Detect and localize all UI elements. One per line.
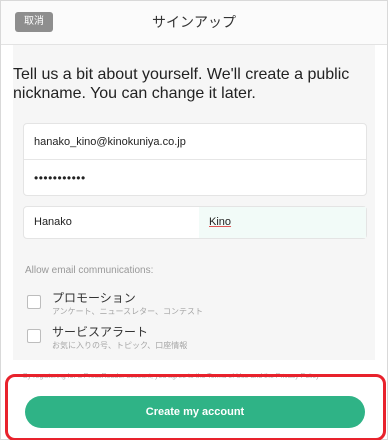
- account-fields-card: hanako_kino@kinokuniya.co.jp •••••••••••: [23, 123, 367, 196]
- password-field[interactable]: •••••••••••: [24, 160, 366, 196]
- page-title: サインアップ: [152, 15, 236, 31]
- service-alerts-title: サービスアラート: [52, 325, 149, 339]
- service-alerts-checkbox[interactable]: [27, 329, 41, 343]
- option-promotions[interactable]: プロモーション アンケート、ニュースレター、コンテスト: [27, 289, 357, 323]
- first-name-field[interactable]: Hanako: [24, 207, 199, 238]
- last-name-field[interactable]: Kino: [199, 207, 366, 238]
- email-field[interactable]: hanako_kino@kinokuniya.co.jp: [24, 124, 366, 160]
- promotions-checkbox[interactable]: [27, 295, 41, 309]
- signup-screen: 取消 サインアップ Tell us a bit about yourself. …: [0, 0, 388, 440]
- header-bar: 取消 サインアップ: [1, 1, 387, 45]
- create-account-button[interactable]: Create my account: [25, 396, 365, 428]
- name-fields-card: Hanako Kino: [23, 206, 367, 239]
- email-comms-label: Allow email communications:: [25, 265, 154, 276]
- service-alerts-subtitle: お気に入りの号、トピック、口座情報: [52, 341, 188, 350]
- last-name-value: Kino: [209, 216, 232, 228]
- intro-text: Tell us a bit about yourself. We'll crea…: [13, 66, 350, 102]
- option-service-alerts[interactable]: サービスアラート お気に入りの号、トピック、口座情報: [27, 323, 357, 357]
- promotions-title: プロモーション: [52, 291, 136, 305]
- promotions-subtitle: アンケート、ニュースレター、コンテスト: [52, 307, 204, 316]
- cancel-button[interactable]: 取消: [15, 12, 53, 32]
